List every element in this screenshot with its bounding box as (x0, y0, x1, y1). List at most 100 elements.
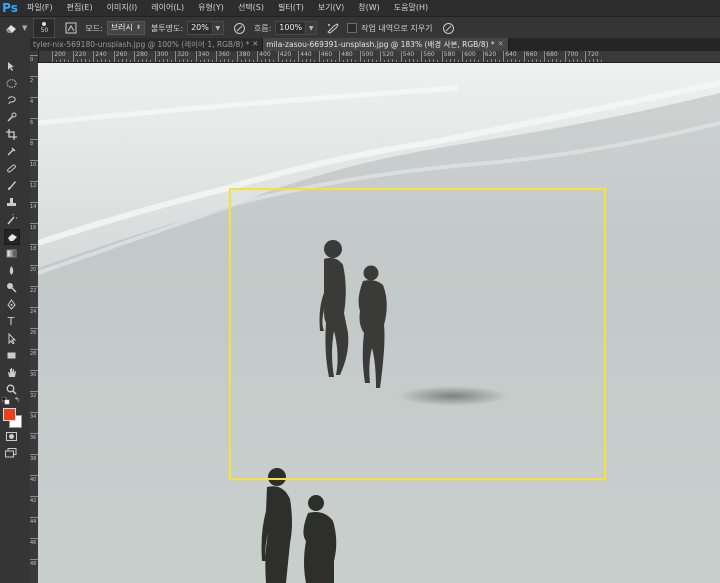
ruler-top-minor-tick (384, 60, 386, 62)
opacity-input[interactable]: 20% (187, 21, 213, 35)
ruler-top-minor-tick (351, 59, 353, 62)
tab-mila-zasou[interactable]: mila-zasou-669391-unsplash.jpg @ 183% (배… (263, 38, 509, 51)
horizontal-ruler[interactable]: 200 220 240 260 280 300 320 340 360 380 400 420 440 4… (38, 51, 720, 63)
ruler-top-label: 360 (218, 51, 230, 58)
rectangle-icon[interactable] (4, 348, 18, 362)
type-icon[interactable]: T (4, 314, 18, 328)
clone-stamp-icon[interactable] (4, 195, 18, 209)
ruler-top-minor-tick (281, 60, 283, 62)
menu-view[interactable]: 보기(V) (311, 0, 351, 16)
close-icon[interactable]: ✕ (252, 38, 258, 51)
brush-icon[interactable] (4, 178, 18, 192)
lasso-icon[interactable] (4, 93, 18, 107)
swap-colors-icon[interactable]: ↰ (14, 396, 20, 404)
ruler-top-label: 660 (525, 51, 538, 58)
move-icon[interactable] (4, 59, 18, 73)
ruler-top-minor-tick (68, 60, 70, 62)
menu-window[interactable]: 창(W) (351, 0, 387, 16)
flow-input[interactable]: 100% (275, 21, 307, 35)
marquee-icon[interactable] (4, 76, 18, 90)
eraser-icon[interactable] (4, 229, 20, 245)
ruler-top-minor-tick (363, 60, 365, 62)
ruler-top-label: 680 (546, 51, 558, 58)
ruler-left-tick (30, 139, 38, 140)
eraser-tool-preset-icon[interactable] (0, 19, 22, 37)
ruler-top-minor-tick (265, 59, 267, 62)
mode-dropdown[interactable]: 브러시 ⬍ (106, 21, 145, 35)
ruler-top-tick (359, 51, 361, 62)
document-canvas[interactable] (38, 63, 720, 583)
brush-size-picker[interactable]: 50 (33, 18, 56, 38)
ruler-top-minor-tick (367, 59, 369, 62)
flow-dropdown-icon[interactable]: ▼ (306, 21, 318, 35)
brush-panel-icon[interactable] (63, 20, 79, 36)
erase-history-checkbox[interactable] (347, 23, 358, 33)
ruler-top-minor-tick (449, 59, 451, 62)
menu-file[interactable]: 파일(F) (20, 0, 60, 16)
ruler-top-minor-tick (535, 59, 537, 62)
tab-tyler-nix[interactable]: tyler-nix-569180-unsplash.jpg @ 100% (레이… (30, 38, 264, 51)
crop-icon[interactable] (4, 127, 18, 141)
ruler-top-minor-tick (252, 60, 254, 62)
foreground-color-swatch[interactable] (3, 408, 16, 421)
gradient-icon[interactable] (4, 246, 18, 260)
ruler-left-tick (30, 433, 38, 434)
pressure-size-icon[interactable] (440, 20, 456, 36)
chevron-down-icon[interactable]: ▼ (22, 24, 27, 32)
menu-edit[interactable]: 편집(E) (60, 0, 100, 16)
ruler-left-tick (30, 55, 38, 56)
menu-image[interactable]: 이미지(I) (100, 0, 145, 16)
ruler-left-tick (30, 391, 38, 392)
quick-mask-icon[interactable] (4, 430, 18, 444)
menu-filter[interactable]: 필터(T) (271, 0, 311, 16)
history-brush-icon[interactable] (4, 212, 18, 226)
pressure-opacity-icon[interactable] (232, 20, 248, 36)
ruler-top-label: 540 (402, 51, 415, 58)
pen-icon[interactable] (4, 297, 18, 311)
ruler-top-minor-tick (76, 60, 78, 62)
menu-help[interactable]: 도움말(H) (387, 0, 435, 16)
ruler-top-tick (277, 51, 279, 62)
screen-mode-icon[interactable] (4, 446, 18, 460)
ruler-left-label: 0 (30, 57, 34, 63)
ruler-left-label: 10 (30, 162, 37, 168)
ruler-top-minor-tick (576, 59, 578, 62)
ruler-left-label: 28 (30, 351, 37, 357)
eyedropper-icon[interactable] (4, 144, 18, 158)
ruler-top-minor-tick (97, 60, 99, 62)
path-select-icon[interactable] (4, 331, 18, 345)
ruler-left-label: 4 (30, 99, 34, 105)
opacity-dropdown-icon[interactable]: ▼ (212, 21, 224, 35)
quick-select-icon[interactable] (4, 110, 18, 124)
ruler-left-tick (30, 538, 38, 539)
ruler-top-minor-tick (150, 60, 152, 62)
ruler-left-label: 26 (30, 330, 37, 336)
ruler-top-minor-tick (593, 59, 595, 62)
ruler-top-minor-tick (179, 60, 181, 62)
flow-label: 흐름: (253, 23, 272, 33)
menu-type[interactable]: 유형(Y) (191, 0, 231, 16)
zoom-icon[interactable] (4, 382, 18, 396)
ruler-top-minor-tick (273, 60, 275, 62)
ruler-top-minor-tick (486, 60, 488, 62)
default-colors-icon[interactable] (1, 396, 10, 405)
menu-select[interactable]: 선택(S) (231, 0, 271, 16)
ruler-top-minor-tick (211, 60, 213, 62)
airbrush-icon[interactable] (325, 20, 341, 36)
ruler-top-label: 320 (177, 51, 189, 58)
ruler-left-label: 44 (30, 519, 37, 525)
ruler-top-minor-tick (187, 59, 189, 62)
ruler-top-minor-tick (392, 59, 394, 62)
ruler-left-tick (30, 559, 38, 560)
hand-icon[interactable] (4, 365, 18, 379)
ruler-left-tick (30, 412, 38, 413)
menu-layer[interactable]: 레이어(L) (144, 0, 191, 16)
close-icon[interactable]: ✕ (498, 38, 504, 51)
ruler-top-minor-tick (552, 59, 554, 62)
ruler-top-minor-tick (310, 59, 312, 62)
dodge-icon[interactable] (4, 280, 18, 294)
healing-brush-icon[interactable] (4, 161, 18, 175)
blur-icon[interactable] (4, 263, 18, 277)
beach-photo (38, 63, 720, 583)
ruler-top-tick (154, 51, 156, 62)
